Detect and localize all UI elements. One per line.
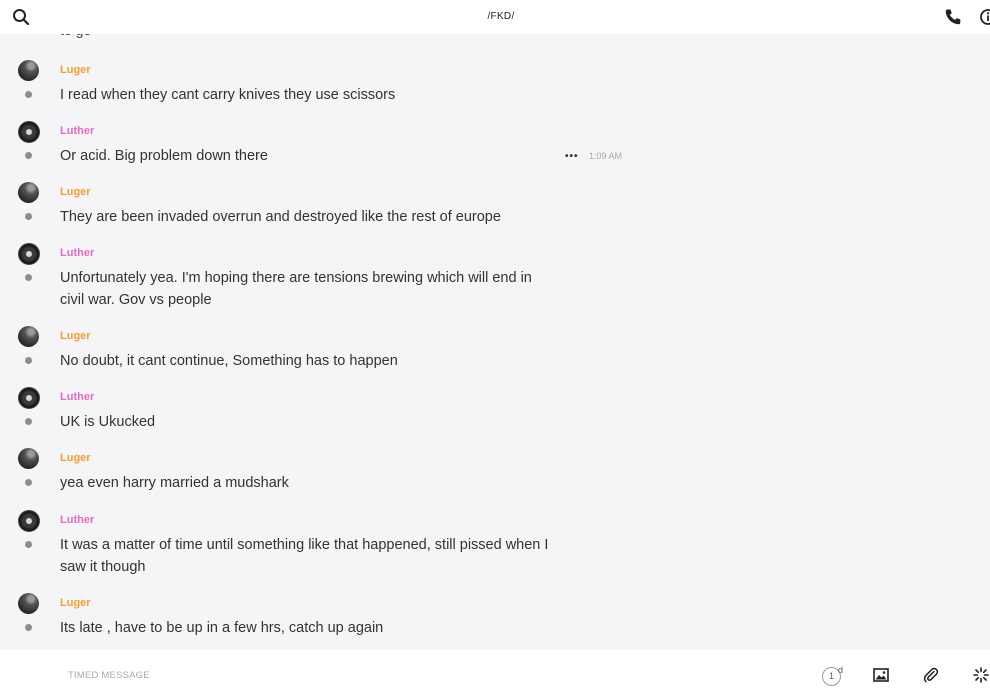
image-icon[interactable]	[873, 667, 889, 683]
avatar[interactable]	[18, 182, 39, 203]
message-author[interactable]: Luger	[60, 64, 91, 76]
message-text: No doubt, it cant continue, Something ha…	[60, 353, 398, 369]
message-author[interactable]: Luger	[60, 452, 91, 464]
avatar[interactable]	[18, 60, 39, 81]
message-author[interactable]: Luther	[60, 247, 94, 259]
avatar[interactable]	[18, 121, 40, 143]
clipped-previous-message: to go	[60, 34, 91, 38]
message-timestamp: 1:09 AM	[589, 151, 623, 161]
message-text: yea even harry married a mudshark	[60, 475, 289, 491]
message-author[interactable]: Luther	[60, 125, 94, 137]
chat-title: /FKD/	[487, 11, 515, 22]
read-indicator	[25, 541, 32, 548]
message-text: Or acid. Big problem down there	[60, 148, 268, 164]
message-text: UK is Ukucked	[60, 414, 156, 430]
read-indicator	[25, 418, 32, 425]
avatar[interactable]	[18, 326, 39, 347]
avatar[interactable]	[18, 510, 40, 532]
read-indicator	[25, 624, 32, 631]
more-icon[interactable]: •••	[565, 151, 579, 162]
avatar[interactable]	[18, 593, 39, 614]
avatar[interactable]	[18, 448, 39, 469]
message-text: Unfortunately yea. I'm hoping there are …	[60, 270, 532, 308]
message-text: I read when they cant carry knives they …	[60, 87, 396, 103]
message-text: Its late , have to be up in a few hrs, c…	[60, 620, 384, 636]
read-indicator	[25, 213, 32, 220]
message-text: They are been invaded overrun and destro…	[60, 209, 501, 225]
composer-bar: TIMED MESSAGE 1 d	[0, 650, 990, 700]
read-indicator	[25, 91, 32, 98]
read-indicator	[25, 274, 32, 281]
phone-icon[interactable]	[944, 8, 962, 26]
message-author[interactable]: Luther	[60, 514, 94, 526]
timed-message-input[interactable]: TIMED MESSAGE	[68, 670, 150, 681]
read-indicator	[25, 479, 32, 486]
avatar[interactable]	[18, 243, 40, 265]
top-bar: /FKD/	[0, 0, 990, 34]
avatar[interactable]	[18, 387, 40, 409]
sparkle-icon[interactable]	[973, 667, 989, 683]
message-author[interactable]: Luger	[60, 330, 91, 342]
message-author[interactable]: Luger	[60, 186, 91, 198]
message-text: It was a matter of time until something …	[60, 537, 549, 575]
read-indicator	[25, 357, 32, 364]
message-author[interactable]: Luger	[60, 597, 91, 609]
message-list[interactable]: to go Luger I read when they cant carry …	[0, 34, 990, 650]
message-author[interactable]: Luther	[60, 391, 94, 403]
read-indicator	[25, 152, 32, 159]
paperclip-icon[interactable]	[923, 667, 939, 683]
info-icon[interactable]	[979, 8, 990, 26]
timer-unit-label: d	[838, 665, 844, 675]
message-meta: ••• 1:09 AM	[565, 151, 622, 162]
